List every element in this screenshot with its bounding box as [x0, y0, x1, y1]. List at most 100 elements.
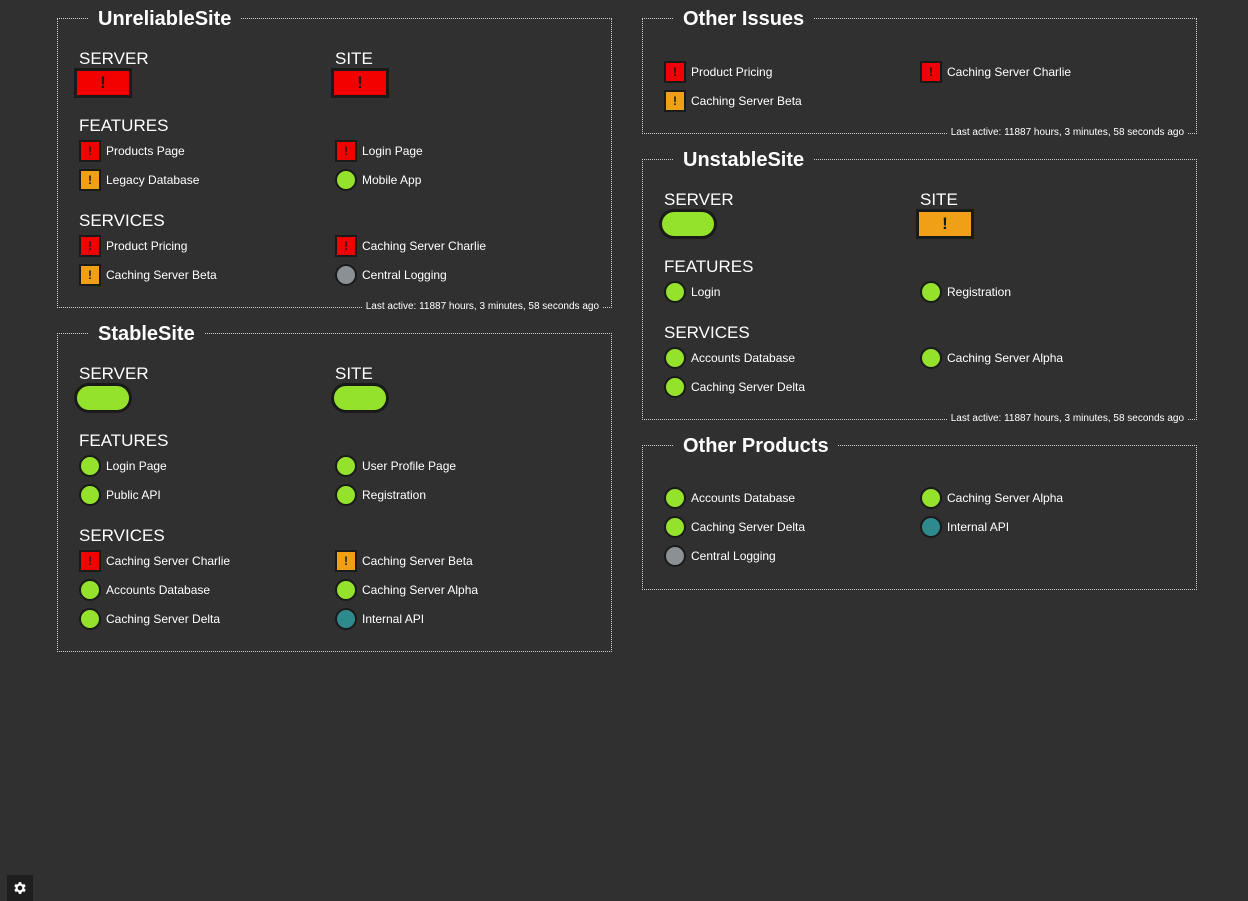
unknown-status-icon: [335, 264, 357, 286]
service-item[interactable]: Accounts Database: [664, 346, 795, 370]
item-label: Legacy Database: [106, 173, 200, 187]
unknown-status-icon: [664, 545, 686, 567]
ok-status-icon: [335, 455, 357, 477]
site-status-indicator[interactable]: [331, 383, 389, 413]
item-label: Caching Server Alpha: [362, 583, 479, 597]
ok-status-icon: [664, 376, 686, 398]
site-status-indicator[interactable]: !: [916, 209, 974, 239]
service-item[interactable]: Caching Server Delta: [664, 375, 805, 399]
server-label: SERVER: [664, 190, 734, 209]
ok-status-icon: [79, 484, 101, 506]
site-status-indicator[interactable]: !: [331, 68, 389, 98]
panel-title: Other Products: [674, 435, 838, 457]
error-status-icon: !: [335, 235, 357, 257]
server-status-indicator[interactable]: [659, 209, 717, 239]
item-label: Internal API: [947, 520, 1010, 534]
item-label: Login Page: [106, 459, 167, 473]
item-label: Caching Server Delta: [691, 520, 806, 534]
item-label: Mobile App: [362, 173, 422, 187]
item-label: Registration: [947, 285, 1012, 299]
issue-item[interactable]: ! Caching Server Charlie: [920, 60, 1071, 84]
item-label: Accounts Database: [106, 583, 211, 597]
issue-item[interactable]: ! Product Pricing: [664, 60, 772, 84]
ok-status-icon: [335, 169, 357, 191]
error-status-icon: !: [664, 61, 686, 83]
gear-icon: [14, 882, 26, 894]
item-label: Caching Server Delta: [691, 380, 806, 394]
service-item[interactable]: ! Caching Server Beta: [79, 263, 217, 287]
service-item[interactable]: Accounts Database: [79, 578, 210, 602]
service-item[interactable]: ! Caching Server Beta: [335, 549, 473, 573]
item-label: Caching Server Beta: [106, 268, 217, 282]
warning-status-icon: !: [664, 90, 686, 112]
feature-item[interactable]: User Profile Page: [335, 454, 456, 478]
item-label: Caching Server Charlie: [947, 65, 1072, 79]
item-label: Caching Server Charlie: [362, 239, 487, 253]
warning-status-icon: !: [79, 264, 101, 286]
server-status-indicator[interactable]: [74, 383, 132, 413]
service-item[interactable]: ! Caching Server Charlie: [79, 549, 230, 573]
issue-item[interactable]: ! Caching Server Beta: [664, 89, 802, 113]
services-label: SERVICES: [664, 323, 750, 342]
info-status-icon: [335, 608, 357, 630]
warning-status-icon: !: [79, 169, 101, 191]
server-status-indicator[interactable]: !: [74, 68, 132, 98]
services-label: SERVICES: [79, 211, 165, 230]
service-item[interactable]: ! Product Pricing: [79, 234, 187, 258]
product-item[interactable]: Internal API: [920, 515, 1009, 539]
feature-item[interactable]: ! Products Page: [79, 139, 185, 163]
ok-status-icon: [920, 487, 942, 509]
settings-button[interactable]: [7, 875, 33, 901]
error-status-icon: !: [79, 550, 101, 572]
features-label: FEATURES: [79, 116, 169, 135]
item-label: Internal API: [362, 612, 425, 626]
server-label: SERVER: [79, 49, 149, 68]
ok-status-icon: [664, 516, 686, 538]
other-issues-panel: Other Issues ! Product Pricing ! Caching…: [642, 8, 1197, 139]
service-item[interactable]: Caching Server Alpha: [920, 346, 1063, 370]
item-label: User Profile Page: [362, 459, 457, 473]
features-label: FEATURES: [79, 431, 169, 450]
ok-status-icon: [335, 484, 357, 506]
item-label: Products Page: [106, 144, 185, 158]
other-products-panel: Other Products Accounts Database Caching…: [642, 435, 1197, 590]
service-item[interactable]: Internal API: [335, 607, 424, 631]
item-label: Central Logging: [362, 268, 447, 282]
feature-item[interactable]: Public API: [79, 483, 161, 507]
item-label: Caching Server Alpha: [947, 491, 1064, 505]
site-panel-unstable: UnstableSite SERVER SITE ! FEATURES Logi…: [642, 149, 1197, 425]
services-label: SERVICES: [79, 526, 165, 545]
item-label: Product Pricing: [106, 239, 188, 253]
feature-item[interactable]: Login: [664, 280, 720, 304]
feature-item[interactable]: Registration: [335, 483, 426, 507]
warning-status-icon: !: [335, 550, 357, 572]
ok-status-icon: [79, 579, 101, 601]
service-item[interactable]: Caching Server Alpha: [335, 578, 478, 602]
last-active-text: Last active: 11887 hours, 3 minutes, 58 …: [361, 301, 603, 313]
item-label: Caching Server Delta: [106, 612, 221, 626]
feature-item[interactable]: Login Page: [79, 454, 167, 478]
product-item[interactable]: Accounts Database: [664, 486, 795, 510]
item-label: Public API: [106, 488, 161, 502]
site-panel-unreliable: UnreliableSite SERVER ! SITE ! FEATURES …: [57, 8, 612, 313]
feature-item[interactable]: Mobile App: [335, 168, 421, 192]
item-label: Caching Server Alpha: [947, 351, 1064, 365]
panel-title: UnstableSite: [674, 149, 814, 171]
ok-status-icon: [664, 281, 686, 303]
product-item[interactable]: Central Logging: [664, 544, 776, 568]
feature-item[interactable]: ! Login Page: [335, 139, 423, 163]
site-label: SITE: [920, 190, 958, 209]
service-item[interactable]: ! Caching Server Charlie: [335, 234, 486, 258]
item-label: Registration: [362, 488, 427, 502]
product-item[interactable]: Caching Server Alpha: [920, 486, 1063, 510]
item-label: Caching Server Beta: [362, 554, 473, 568]
feature-item[interactable]: Registration: [920, 280, 1011, 304]
last-active-text: Last active: 11887 hours, 3 minutes, 58 …: [946, 127, 1188, 139]
panel-title: Other Issues: [674, 8, 814, 30]
ok-status-icon: [335, 579, 357, 601]
product-item[interactable]: Caching Server Delta: [664, 515, 805, 539]
service-item[interactable]: Central Logging: [335, 263, 447, 287]
feature-item[interactable]: ! Legacy Database: [79, 168, 199, 192]
service-item[interactable]: Caching Server Delta: [79, 607, 220, 631]
item-label: Product Pricing: [691, 65, 773, 79]
